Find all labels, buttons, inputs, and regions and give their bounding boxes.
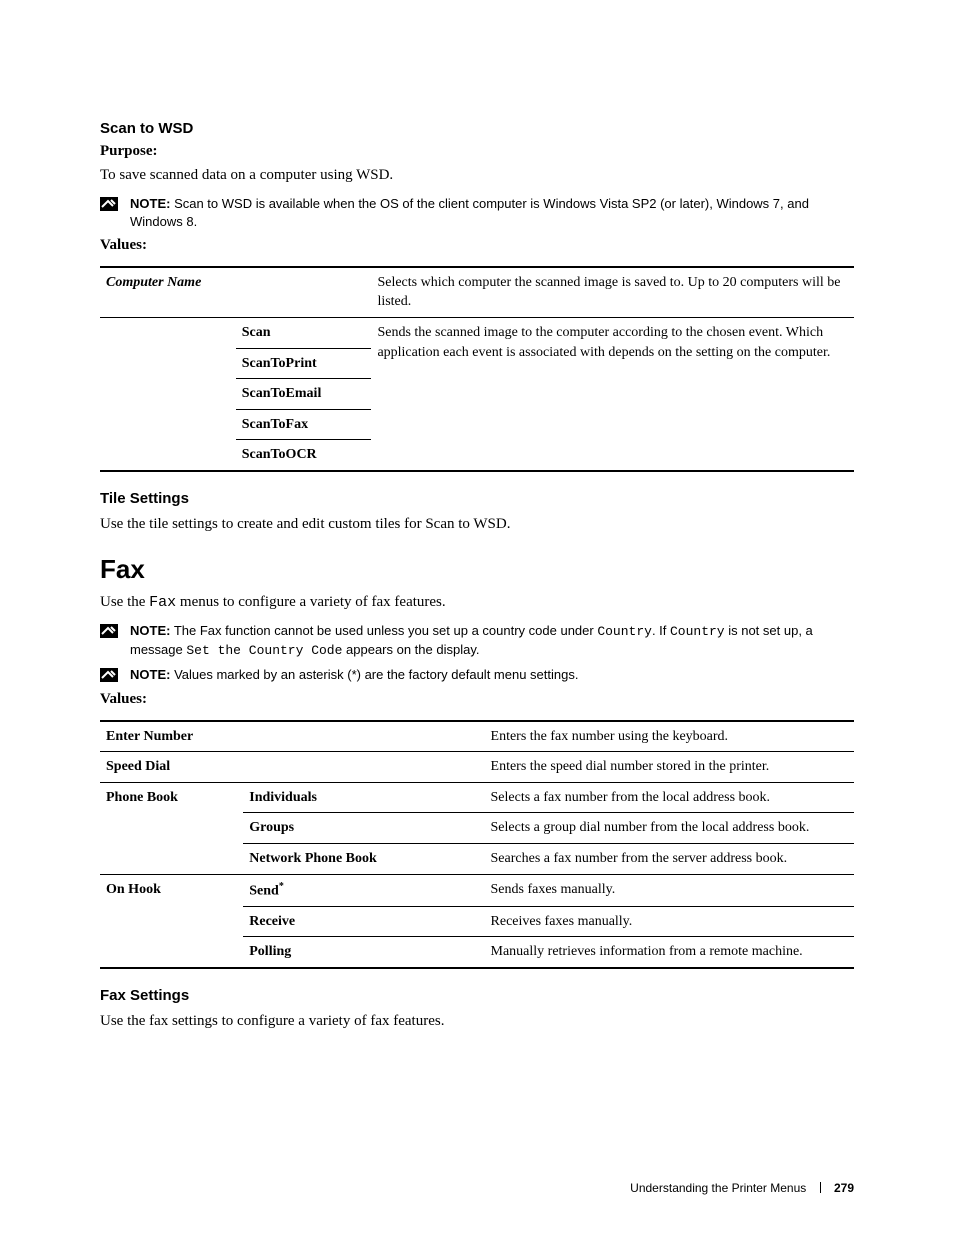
- table-cell: Selects a fax number from the local addr…: [485, 782, 854, 813]
- footer-separator: [820, 1182, 821, 1193]
- t: Country: [597, 624, 652, 639]
- note-icon: [100, 197, 118, 211]
- asterisk: *: [279, 881, 284, 892]
- table-cell: Network Phone Book: [243, 843, 484, 874]
- table-cell: Speed Dial: [100, 752, 243, 783]
- table-cell: Searches a fax number from the server ad…: [485, 843, 854, 874]
- text: Use the: [100, 594, 149, 610]
- table-cell: Manually retrieves information from a re…: [485, 937, 854, 968]
- note-label: NOTE:: [130, 667, 170, 682]
- note-text: NOTE: The Fax function cannot be used un…: [130, 622, 854, 660]
- table-cell: ScanToOCR: [236, 440, 372, 471]
- scan-to-wsd-table: Computer Name Selects which computer the…: [100, 266, 854, 472]
- table-cell: ScanToFax: [236, 409, 372, 440]
- fax-table: Enter Number Enters the fax number using…: [100, 720, 854, 969]
- note-text: NOTE: Scan to WSD is available when the …: [130, 195, 854, 231]
- footer-title: Understanding the Printer Menus: [630, 1181, 806, 1195]
- table-cell: Sends faxes manually.: [485, 874, 854, 906]
- table-cell: Scan: [236, 318, 372, 349]
- text-mono: Fax: [149, 594, 176, 611]
- t: Send: [249, 883, 279, 898]
- table-cell: Receive: [243, 906, 484, 937]
- table-cell: [243, 752, 484, 783]
- values-label-1: Values:: [100, 237, 854, 254]
- purpose-text: To save scanned data on a computer using…: [100, 164, 854, 187]
- table-cell: Individuals: [243, 782, 484, 813]
- heading-fax: Fax: [100, 554, 854, 585]
- page: Scan to WSD Purpose: To save scanned dat…: [0, 0, 954, 1235]
- table-cell: Send*: [243, 874, 484, 906]
- fax-intro: Use the Fax menus to configure a variety…: [100, 591, 854, 615]
- values-label-2: Values:: [100, 691, 854, 708]
- table-cell: Enters the speed dial number stored in t…: [485, 752, 854, 783]
- note-block-1: NOTE: Scan to WSD is available when the …: [100, 195, 854, 231]
- heading-fax-settings: Fax Settings: [100, 987, 854, 1004]
- t: . If: [652, 623, 670, 638]
- table-cell: ScanToEmail: [236, 379, 372, 410]
- table-cell: ScanToPrint: [236, 348, 372, 379]
- table-cell: Groups: [243, 813, 484, 844]
- note-block-3: NOTE: Values marked by an asterisk (*) a…: [100, 666, 854, 684]
- note-icon: [100, 624, 118, 638]
- table-cell: [243, 721, 484, 752]
- fax-settings-text: Use the fax settings to configure a vari…: [100, 1010, 854, 1033]
- table-cell: On Hook: [100, 874, 243, 968]
- page-footer: Understanding the Printer Menus 279: [630, 1181, 854, 1195]
- purpose-label: Purpose:: [100, 143, 854, 160]
- table-cell: Enter Number: [100, 721, 243, 752]
- table-cell: Selects a group dial number from the loc…: [485, 813, 854, 844]
- table-cell: Polling: [243, 937, 484, 968]
- table-cell: Sends the scanned image to the computer …: [371, 318, 854, 471]
- t: Country: [670, 624, 725, 639]
- tile-settings-text: Use the tile settings to create and edit…: [100, 513, 854, 536]
- note-block-2: NOTE: The Fax function cannot be used un…: [100, 622, 854, 660]
- t: The Fax function cannot be used unless y…: [170, 623, 597, 638]
- note-label: NOTE:: [130, 623, 170, 638]
- t: Set the Country Code: [186, 643, 342, 658]
- page-number: 279: [834, 1181, 854, 1195]
- table-cell: Computer Name: [100, 267, 236, 318]
- t: appears on the display.: [342, 642, 479, 657]
- note-body: Scan to WSD is available when the OS of …: [130, 196, 809, 229]
- table-cell: [236, 267, 372, 318]
- table-cell: Phone Book: [100, 782, 243, 874]
- heading-tile-settings: Tile Settings: [100, 490, 854, 507]
- heading-scan-to-wsd: Scan to WSD: [100, 120, 854, 137]
- note-body: Values marked by an asterisk (*) are the…: [170, 667, 578, 682]
- note-text: NOTE: Values marked by an asterisk (*) a…: [130, 666, 578, 684]
- note-icon: [100, 668, 118, 682]
- table-cell: Enters the fax number using the keyboard…: [485, 721, 854, 752]
- table-cell: Selects which computer the scanned image…: [371, 267, 854, 318]
- table-cell: Receives faxes manually.: [485, 906, 854, 937]
- text: menus to configure a variety of fax feat…: [176, 594, 445, 610]
- note-label: NOTE:: [130, 196, 170, 211]
- table-cell: [100, 318, 236, 471]
